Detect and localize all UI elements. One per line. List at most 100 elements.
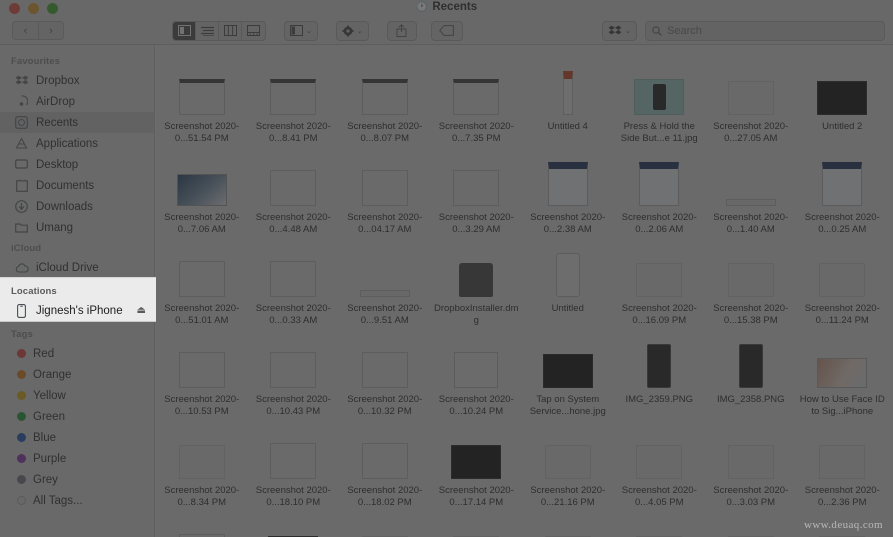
- file-item[interactable]: Screenshot 2020-0...17.14 PM: [431, 417, 523, 508]
- file-item[interactable]: Screenshot 2020-0...8.41 PM: [248, 53, 340, 144]
- file-item[interactable]: Screenshot 2020-0...10.32 PM: [339, 326, 431, 417]
- sidebar-tag-yellow[interactable]: Yellow: [0, 385, 154, 406]
- sidebar-item-jigneshs-iphone[interactable]: Jignesh's iPhone ⏏: [0, 300, 156, 321]
- sidebar-tag-green[interactable]: Green: [0, 406, 154, 427]
- sidebar-tag-purple[interactable]: Purple: [0, 448, 154, 469]
- file-item[interactable]: Screenshot 2020-0...16.09 PM: [614, 235, 706, 326]
- sidebar-tag-label: Red: [33, 347, 55, 360]
- sidebar-tag-blue[interactable]: Blue: [0, 427, 154, 448]
- file-thumbnail: [721, 150, 781, 206]
- file-item[interactable]: Press & Hold the Side But...e 11.jpg: [614, 53, 706, 144]
- sidebar-tag-all-tags[interactable]: All Tags...: [0, 490, 154, 511]
- file-item[interactable]: Screenshot 2020-0...2.06 AM: [614, 144, 706, 235]
- sidebar-item-downloads[interactable]: Downloads: [0, 196, 154, 217]
- sidebar-item-icloud-drive[interactable]: iCloud Drive: [0, 257, 154, 278]
- sidebar-item-label: Desktop: [36, 158, 79, 171]
- column-view-button[interactable]: [219, 21, 242, 40]
- file-item[interactable]: [705, 508, 797, 537]
- sidebar-item-applications[interactable]: Applications: [0, 133, 154, 154]
- file-item[interactable]: Screenshot 2020-0...8.07 PM: [339, 53, 431, 144]
- file-item[interactable]: Screenshot 2020-0...10.53 PM: [156, 326, 248, 417]
- sidebar-item-airdrop[interactable]: AirDrop: [0, 91, 154, 112]
- file-item[interactable]: Screenshot 2020-0...3.03 PM: [705, 417, 797, 508]
- sidebar-item-desktop[interactable]: Desktop: [0, 154, 154, 175]
- dropbox-menu-button[interactable]: ⌄: [602, 20, 637, 41]
- file-grid-area[interactable]: Screenshot 2020-0...51.54 PM Screenshot 2…: [156, 45, 893, 537]
- file-item[interactable]: Screenshot 2020-0...04.17 AM: [339, 144, 431, 235]
- file-item[interactable]: Screenshot 2020-0...27.05 AM: [705, 53, 797, 144]
- file-item[interactable]: Screenshot 2020-0...10.43 PM: [248, 326, 340, 417]
- file-item[interactable]: Screenshot 2020-0...7.35 PM: [431, 53, 523, 144]
- file-item[interactable]: Screenshot 2020-0...0.25 AM: [797, 144, 889, 235]
- file-thumbnail: [629, 423, 689, 479]
- file-item[interactable]: Screenshot 2020-0...8.34 PM: [156, 417, 248, 508]
- file-item[interactable]: Screenshot 2020-0...4.48 AM: [248, 144, 340, 235]
- file-item[interactable]: Screenshot 2020-0...51.01 AM: [156, 235, 248, 326]
- file-item[interactable]: Screenshot 2020-0...51.54 PM: [156, 53, 248, 144]
- file-item[interactable]: Untitled 2: [797, 53, 889, 144]
- sidebar-item-umang[interactable]: Umang: [0, 217, 154, 238]
- sidebar-item-dropbox[interactable]: Dropbox: [0, 70, 154, 91]
- file-item[interactable]: IMG_2358.PNG: [705, 326, 797, 417]
- sidebar-tag-label: Yellow: [33, 389, 66, 402]
- sidebar-item-recents[interactable]: Recents: [0, 112, 154, 133]
- file-item[interactable]: Screenshot 2020-0...18.02 PM: [339, 417, 431, 508]
- file-item[interactable]: DropboxInstaller.dmg: [431, 235, 523, 326]
- file-item[interactable]: Screenshot 2020-0...15.38 PM: [705, 235, 797, 326]
- file-item[interactable]: Screenshot 2020-0...10.24 PM: [431, 326, 523, 417]
- file-item[interactable]: IMG_2359.PNG: [614, 326, 706, 417]
- share-button[interactable]: [386, 20, 417, 41]
- sidebar-tag-label: Green: [33, 410, 65, 423]
- thumbnail-shape: [727, 81, 774, 115]
- file-item[interactable]: [614, 508, 706, 537]
- list-view-button[interactable]: [196, 21, 219, 40]
- file-item[interactable]: How to Use Face ID to Sig...iPhone: [797, 326, 889, 417]
- sidebar-item-label: AirDrop: [36, 95, 75, 108]
- sidebar-item-documents[interactable]: Documents: [0, 175, 154, 196]
- file-label: Screenshot 2020-0...1.40 AM: [713, 212, 789, 235]
- tag-button[interactable]: [430, 20, 463, 41]
- file-label: Screenshot 2020-0...18.02 PM: [347, 485, 423, 508]
- thumbnail-shape: [725, 199, 776, 206]
- forward-button[interactable]: ›: [38, 21, 64, 41]
- file-label: Screenshot 2020-0...10.32 PM: [347, 394, 423, 417]
- file-item[interactable]: Screenshot 2020-0...9.51 AM: [339, 235, 431, 326]
- file-item[interactable]: Screenshot 2020-0...7.06 AM: [156, 144, 248, 235]
- search-field[interactable]: Search: [645, 20, 885, 41]
- gallery-view-button[interactable]: [242, 22, 265, 40]
- eject-icon[interactable]: ⏏: [137, 305, 146, 316]
- file-item[interactable]: Screenshot 2020-0...4.05 PM: [614, 417, 706, 508]
- file-item[interactable]: Screenshot 2020-0...2.36 PM: [797, 417, 889, 508]
- file-item[interactable]: [156, 508, 248, 537]
- file-item[interactable]: Untitled 4: [522, 53, 614, 144]
- file-item[interactable]: Screenshot 2020-0...21.16 PM: [522, 417, 614, 508]
- file-item[interactable]: [248, 508, 340, 537]
- file-label: Screenshot 2020-0...8.41 PM: [255, 121, 331, 144]
- chevron-down-icon: ⌄: [306, 27, 312, 35]
- file-item[interactable]: [339, 508, 431, 537]
- file-item[interactable]: Screenshot 2020-0...18.10 PM: [248, 417, 340, 508]
- file-thumbnail: [355, 59, 415, 115]
- view-mode-group[interactable]: [172, 20, 266, 41]
- thumbnail-shape: [361, 79, 408, 115]
- group-by-button[interactable]: ⌄: [284, 20, 318, 41]
- file-thumbnail: [812, 150, 872, 206]
- file-item[interactable]: Screenshot 2020-0...3.29 AM: [431, 144, 523, 235]
- back-button[interactable]: ‹: [12, 21, 38, 41]
- file-item[interactable]: Screenshot 2020-0...0.33 AM: [248, 235, 340, 326]
- icon-view-button[interactable]: [173, 21, 196, 40]
- file-item[interactable]: Tap on System Service...hone.jpg: [522, 326, 614, 417]
- file-item[interactable]: [522, 508, 614, 537]
- file-item[interactable]: Screenshot 2020-0...2.38 AM: [522, 144, 614, 235]
- titlebar: 🕐 Recents ‹ › ⌄ ⌄ ⌄ Search: [0, 0, 893, 45]
- file-item[interactable]: [431, 508, 523, 537]
- action-menu-button[interactable]: ⌄: [335, 20, 369, 41]
- file-item[interactable]: Screenshot 2020-0...1.40 AM: [705, 144, 797, 235]
- sidebar-tag-orange[interactable]: Orange: [0, 364, 154, 385]
- file-item[interactable]: Screenshot 2020-0...11.24 PM: [797, 235, 889, 326]
- sidebar-tag-grey[interactable]: Grey: [0, 469, 154, 490]
- file-item[interactable]: Untitled: [522, 235, 614, 326]
- nav-buttons[interactable]: ‹ ›: [12, 21, 64, 41]
- sidebar-tag-red[interactable]: Red: [0, 343, 154, 364]
- sidebar-section-tags-header: Tags: [11, 329, 33, 340]
